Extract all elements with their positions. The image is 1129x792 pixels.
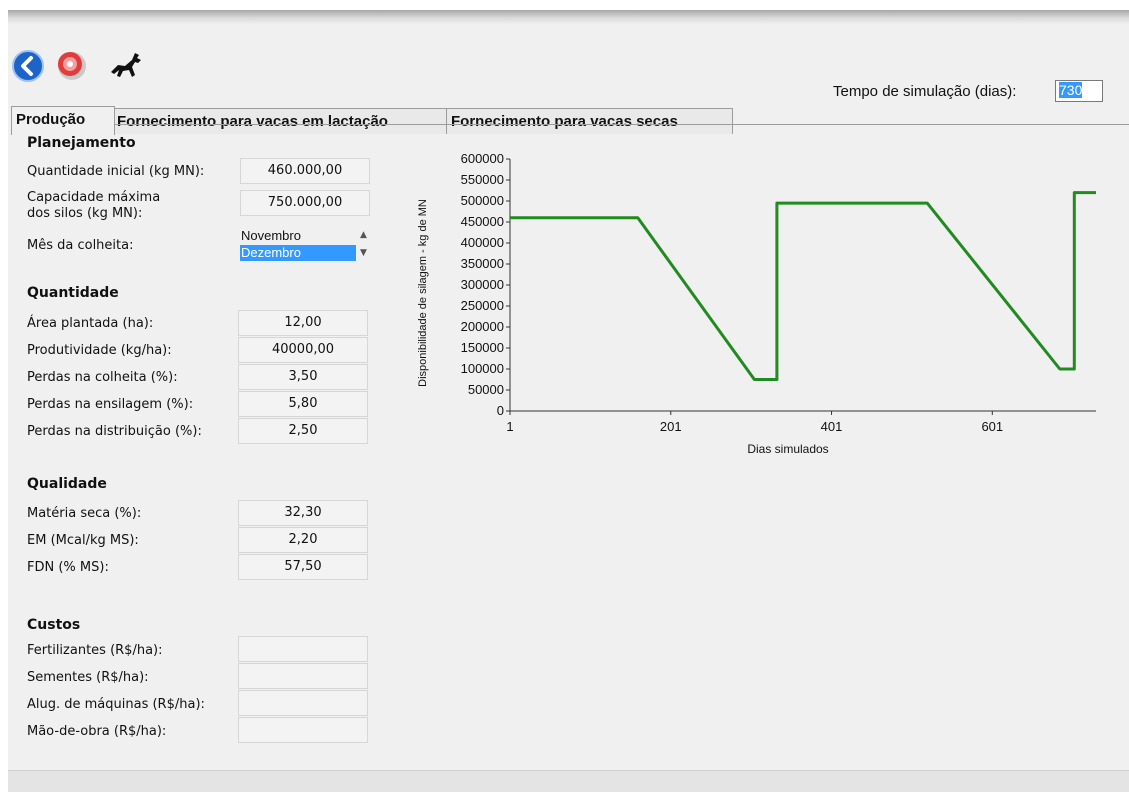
y-tick-label: 50000 [468, 382, 504, 397]
materia-seca-label: Matéria seca (%): [27, 506, 142, 521]
qtd-inicial-field[interactable]: 460.000,00 [240, 158, 370, 184]
materia-seca-field[interactable]: 32,30 [238, 500, 368, 526]
back-arrow-icon[interactable] [12, 50, 44, 82]
tab-producao[interactable]: Produção [11, 106, 115, 135]
y-tick-label: 500000 [461, 193, 504, 208]
y-tick-label: 100000 [461, 361, 504, 376]
x-axis-label: Dias simulados [747, 442, 828, 456]
capacidade-label-2: dos silos (kg MN): [27, 206, 143, 221]
fdn-field[interactable]: 57,50 [238, 554, 368, 580]
section-custos: Custos [27, 617, 81, 633]
sementes-field[interactable] [238, 663, 368, 689]
mao-de-obra-field[interactable] [238, 717, 368, 743]
section-qualidade: Qualidade [27, 476, 107, 492]
sementes-label: Sementes (R$/ha): [27, 670, 149, 685]
perdas-distribuicao-field[interactable]: 2,50 [238, 418, 368, 444]
y-tick-label: 200000 [461, 319, 504, 334]
title-bar [8, 10, 1129, 24]
y-tick-label: 350000 [461, 256, 504, 271]
status-bar [8, 770, 1129, 792]
x-tick-label: 401 [821, 419, 843, 434]
disc-icon[interactable] [56, 50, 88, 82]
perdas-colheita-label: Perdas na colheita (%): [27, 370, 178, 385]
perdas-colheita-field[interactable]: 3,50 [238, 364, 368, 390]
mao-de-obra-label: Mão-de-obra (R$/ha): [27, 724, 167, 739]
mes-colheita-list[interactable]: Novembro Dezembro ▲ ▼ [240, 228, 370, 264]
maquinas-label: Alug. de máquinas (R$/ha): [27, 697, 205, 712]
perdas-ensilagem-field[interactable]: 5,80 [238, 391, 368, 417]
scroll-down-icon[interactable]: ▼ [360, 248, 367, 258]
y-tick-label: 600000 [461, 151, 504, 166]
area-plantada-label: Área plantada (ha): [27, 316, 154, 331]
em-label: EM (Mcal/kg MS): [27, 533, 139, 548]
y-axis-label: Disponibilidade de silagem - kg de MN [417, 199, 429, 387]
produtividade-label: Produtividade (kg/ha): [27, 343, 172, 358]
list-item[interactable]: Novembro [240, 228, 356, 244]
x-tick-label: 601 [981, 419, 1003, 434]
y-tick-label: 0 [497, 403, 504, 418]
tab-secas[interactable]: Fornecimento para vacas secas [446, 108, 733, 134]
y-tick-label: 550000 [461, 172, 504, 187]
qtd-inicial-label: Quantidade inicial (kg MN): [27, 164, 205, 179]
list-item-selected[interactable]: Dezembro [240, 245, 356, 261]
em-field[interactable]: 2,20 [238, 527, 368, 553]
mes-colheita-label: Mês da colheita: [27, 238, 134, 253]
scroll-up-icon[interactable]: ▲ [360, 230, 367, 240]
capacidade-field[interactable]: 750.000,00 [240, 190, 370, 216]
fdn-label: FDN (% MS): [27, 560, 109, 575]
perdas-ensilagem-label: Perdas na ensilagem (%): [27, 397, 194, 412]
tab-panel-border [12, 124, 1129, 125]
maquinas-field[interactable] [238, 690, 368, 716]
x-tick-label: 1 [506, 419, 513, 434]
y-tick-label: 250000 [461, 298, 504, 313]
y-tick-label: 400000 [461, 235, 504, 250]
y-tick-label: 300000 [461, 277, 504, 292]
capacidade-label-1: Capacidade máxima [27, 190, 161, 205]
horse-icon[interactable] [108, 50, 141, 82]
fertilizantes-label: Fertilizantes (R$/ha): [27, 643, 163, 658]
produtividade-field[interactable]: 40000,00 [238, 337, 368, 363]
series-line [510, 191, 1096, 381]
section-quantidade: Quantidade [27, 285, 119, 301]
y-tick-label: 450000 [461, 214, 504, 229]
perdas-distribuicao-label: Perdas na distribuição (%): [27, 424, 202, 439]
simulation-time-input[interactable]: 730 [1055, 80, 1103, 102]
fertilizantes-field[interactable] [238, 636, 368, 662]
y-tick-label: 150000 [461, 340, 504, 355]
tab-lactacao[interactable]: Fornecimento para vacas em lactação [112, 108, 447, 134]
silage-availability-chart: 0 50000 100000 150000 200000 250000 300000 3500… [417, 151, 1096, 456]
area-plantada-field[interactable]: 12,00 [238, 310, 368, 336]
simulation-time-label: Tempo de simulação (dias): [833, 83, 1017, 100]
section-planejamento: Planejamento [27, 135, 136, 151]
x-tick-label: 201 [660, 419, 682, 434]
